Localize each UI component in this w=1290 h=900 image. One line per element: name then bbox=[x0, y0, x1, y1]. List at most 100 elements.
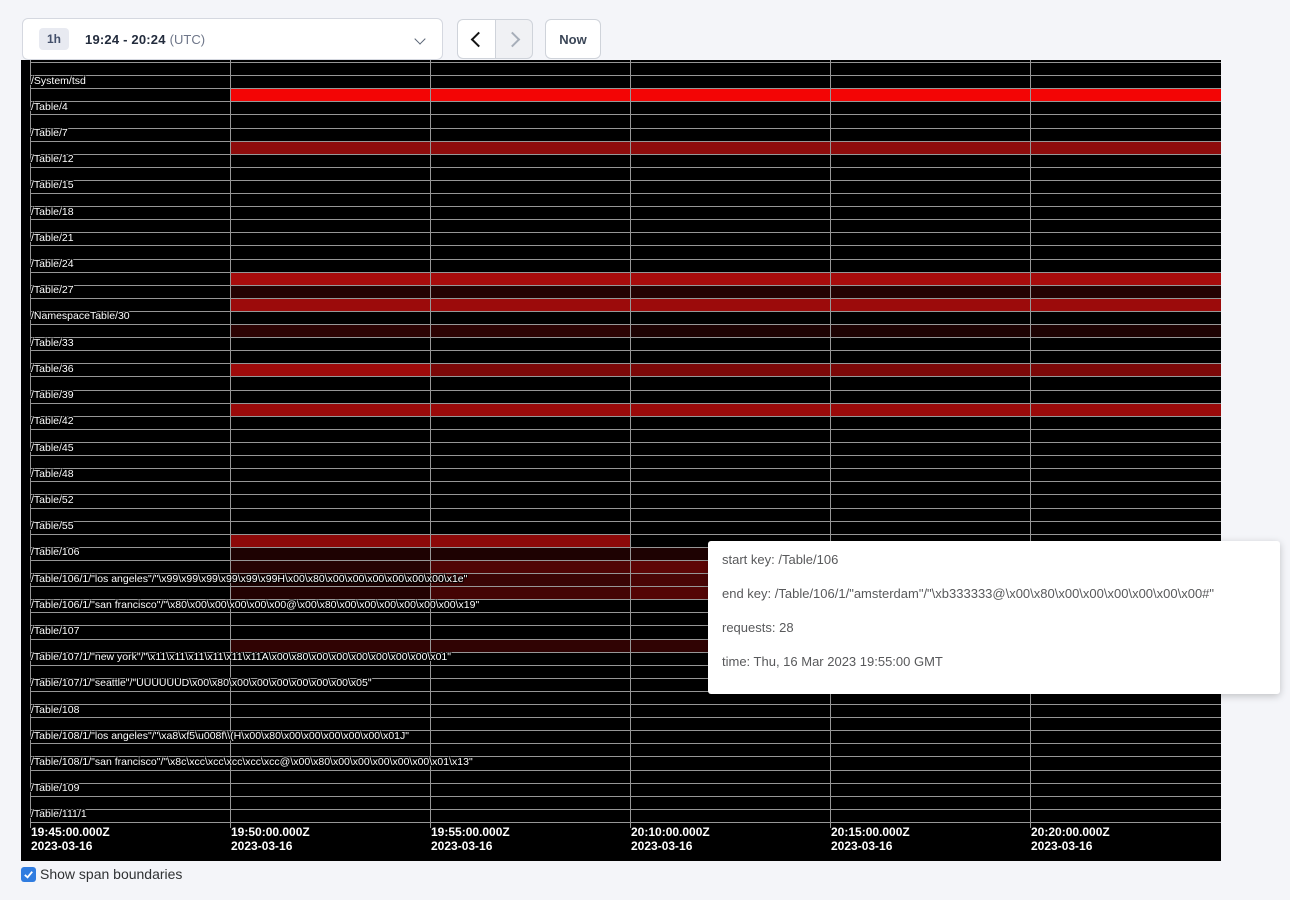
span-label: /Table/4 bbox=[31, 101, 68, 114]
x-axis-time: 19:45:00.000Z bbox=[31, 825, 110, 839]
x-axis-label: 19:45:00.000Z2023-03-16 bbox=[31, 825, 110, 853]
span-boundary-line bbox=[30, 704, 1221, 705]
span-boundary-line bbox=[30, 796, 1221, 797]
span-label: /Table/107/1/"new york"/"\x11\x11\x11\x1… bbox=[31, 651, 451, 664]
x-axis-time: 20:10:00.000Z bbox=[631, 825, 710, 839]
span-boundary-line bbox=[30, 311, 1221, 312]
x-axis-time: 19:50:00.000Z bbox=[231, 825, 310, 839]
span-boundary-line bbox=[30, 75, 1221, 76]
time-bucket-line bbox=[830, 60, 831, 828]
checkmark-icon bbox=[22, 868, 35, 881]
x-axis-label: 20:15:00.000Z2023-03-16 bbox=[831, 825, 910, 853]
time-bucket-line bbox=[630, 60, 631, 828]
x-axis-label: 20:20:00.000Z2023-03-16 bbox=[1031, 825, 1110, 853]
x-axis-label: 19:55:00.000Z2023-03-16 bbox=[431, 825, 510, 853]
span-boundary-line bbox=[30, 206, 1221, 207]
span-boundary-line bbox=[30, 521, 1221, 522]
heat-band bbox=[430, 561, 630, 573]
x-axis-time: 19:55:00.000Z bbox=[431, 825, 510, 839]
heat-band bbox=[230, 273, 1221, 285]
span-boundary-line bbox=[30, 62, 1221, 63]
span-boundary-line bbox=[30, 508, 1221, 509]
span-label: /Table/12 bbox=[31, 153, 74, 166]
span-boundary-line bbox=[30, 128, 1221, 129]
tooltip-requests: requests: 28 bbox=[722, 611, 1266, 645]
span-label: /Table/33 bbox=[31, 337, 74, 350]
span-boundary-line bbox=[30, 822, 1221, 823]
span-boundary-line bbox=[30, 743, 1221, 744]
span-label: /Table/106 bbox=[31, 546, 79, 559]
span-boundary-line bbox=[30, 193, 1221, 194]
span-label: /NamespaceTable/30 bbox=[31, 310, 130, 323]
span-boundary-line bbox=[30, 376, 1221, 377]
span-boundary-line bbox=[30, 783, 1221, 784]
key-visualizer-canvas[interactable]: /System/tsd/Table/4/Table/7/Table/12/Tab… bbox=[21, 60, 1221, 861]
span-boundary-line bbox=[30, 324, 1221, 325]
span-label: /Table/48 bbox=[31, 468, 74, 481]
span-label: /Table/106/1/"los angeles"/"\x99\x99\x99… bbox=[31, 573, 467, 586]
show-span-boundaries-checkbox[interactable] bbox=[21, 867, 36, 882]
heat-band bbox=[230, 561, 430, 573]
span-boundary-line bbox=[30, 350, 1221, 351]
x-axis-time: 20:20:00.000Z bbox=[1031, 825, 1110, 839]
span-label: /Table/27 bbox=[31, 284, 74, 297]
span-label: /Table/45 bbox=[31, 442, 74, 455]
span-boundary-line bbox=[30, 285, 1221, 286]
time-bucket-line bbox=[230, 60, 231, 828]
span-label: /Table/21 bbox=[31, 232, 74, 245]
time-bucket-line bbox=[430, 60, 431, 828]
span-boundary-line bbox=[30, 468, 1221, 469]
span-boundary-line bbox=[30, 154, 1221, 155]
heat-band bbox=[230, 89, 1221, 101]
span-label: /Table/111/1 bbox=[31, 808, 87, 821]
span-boundary-line bbox=[30, 770, 1221, 771]
next-time-button[interactable] bbox=[495, 19, 533, 59]
span-label: /Table/39 bbox=[31, 389, 74, 402]
tooltip-time: time: Thu, 16 Mar 2023 19:55:00 GMT bbox=[722, 645, 1266, 679]
span-label: /Table/108/1/"los angeles"/"\xa8\xf5\u00… bbox=[31, 730, 409, 743]
span-boundary-line bbox=[30, 219, 1221, 220]
x-axis-date: 2023-03-16 bbox=[31, 839, 110, 853]
span-boundary-line bbox=[30, 494, 1221, 495]
prev-time-button[interactable] bbox=[457, 19, 495, 59]
span-boundary-line bbox=[30, 809, 1221, 810]
chevron-down-icon bbox=[414, 33, 425, 44]
time-bucket-line bbox=[1030, 60, 1031, 828]
span-label: /Table/18 bbox=[31, 206, 74, 219]
span-boundary-line bbox=[30, 272, 1221, 273]
span-label: /Table/24 bbox=[31, 258, 74, 271]
tooltip-start-key: start key: /Table/106 bbox=[722, 543, 1266, 577]
x-axis-time: 20:15:00.000Z bbox=[831, 825, 910, 839]
span-label: /Table/108 bbox=[31, 704, 79, 717]
show-span-boundaries-label: Show span boundaries bbox=[40, 866, 182, 882]
heat-band bbox=[230, 587, 430, 599]
span-boundary-line bbox=[30, 180, 1221, 181]
x-axis-date: 2023-03-16 bbox=[631, 839, 710, 853]
time-range-selector[interactable]: 1h 19:24 - 20:24 (UTC) bbox=[22, 18, 443, 60]
span-label: /Table/52 bbox=[31, 494, 74, 507]
time-range-value: 19:24 - 20:24 bbox=[85, 32, 166, 47]
x-axis-date: 2023-03-16 bbox=[831, 839, 910, 853]
now-button[interactable]: Now bbox=[545, 19, 601, 59]
span-label: /Table/107/1/"seattle"/"UUUUUUD\x00\x80\… bbox=[31, 677, 372, 690]
span-boundary-line bbox=[30, 534, 1221, 535]
span-label: /Table/15 bbox=[31, 179, 74, 192]
x-axis-label: 19:50:00.000Z2023-03-16 bbox=[231, 825, 310, 853]
heat-band bbox=[430, 364, 1221, 376]
hover-tooltip: start key: /Table/106 end key: /Table/10… bbox=[708, 541, 1280, 694]
time-nav-group bbox=[457, 19, 533, 59]
span-label: /Table/42 bbox=[31, 415, 74, 428]
span-boundary-line bbox=[30, 298, 1221, 299]
heat-band bbox=[230, 299, 1221, 311]
span-boundary-line bbox=[30, 101, 1221, 102]
span-boundary-line bbox=[30, 232, 1221, 233]
span-label: /Table/36 bbox=[31, 363, 74, 376]
span-label: /Table/108/1/"san francisco"/"\x8c\xcc\x… bbox=[31, 756, 473, 769]
span-boundary-line bbox=[30, 390, 1221, 391]
span-boundary-line bbox=[30, 88, 1221, 89]
span-label: /System/tsd bbox=[31, 75, 86, 88]
heat-band bbox=[230, 142, 1221, 154]
x-axis-date: 2023-03-16 bbox=[1031, 839, 1110, 853]
span-boundary-line bbox=[30, 403, 1221, 404]
x-axis-date: 2023-03-16 bbox=[231, 839, 310, 853]
